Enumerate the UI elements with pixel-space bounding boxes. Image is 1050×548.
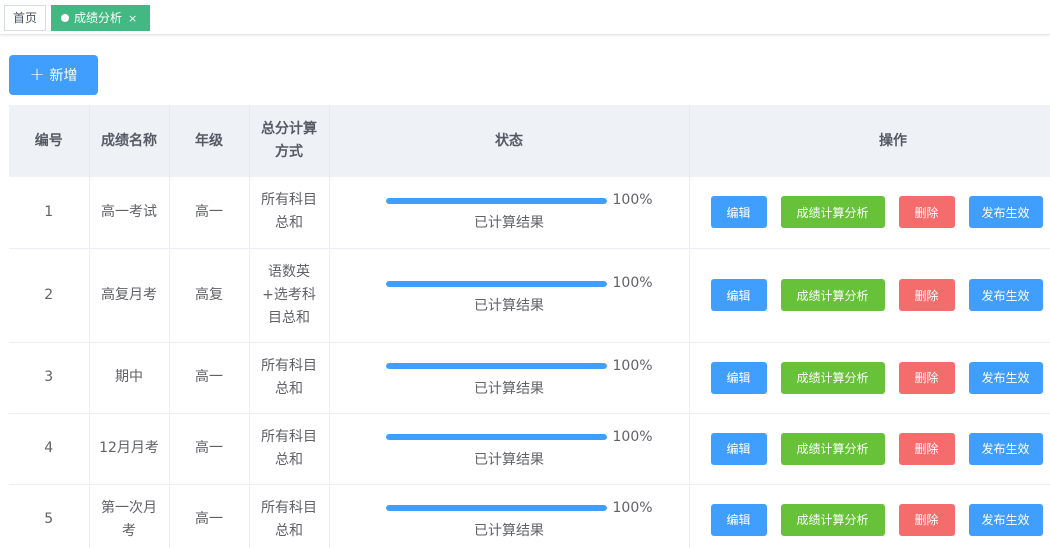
progress-fill <box>385 434 607 440</box>
table-row: 2 高复月考 高复 语数英+选考科目总和 100% 已计算结果 编辑 成绩计算分… <box>9 248 1050 343</box>
cell-method: 语数英+选考科目总和 <box>249 248 330 343</box>
cell-status: 100% 已计算结果 <box>329 413 690 485</box>
table-row: 4 12月月考 高一 所有科目总和 100% 已计算结果 编辑 成绩计算分析 删… <box>9 413 1050 485</box>
delete-button[interactable]: 删除 <box>898 361 955 394</box>
cell-id: 5 <box>9 484 90 548</box>
cell-name: 高复月考 <box>89 248 170 343</box>
progress-bar <box>385 434 607 440</box>
status-text: 已计算结果 <box>474 380 544 397</box>
table-header-row: 编号 成绩名称 年级 总分计算方式 状态 操作 <box>9 105 1050 177</box>
edit-button[interactable]: 编辑 <box>710 196 767 229</box>
header-name: 成绩名称 <box>89 105 170 177</box>
progress-text: 100% <box>612 499 653 516</box>
progress-bar <box>385 280 607 287</box>
cell-grade: 高一 <box>169 413 250 485</box>
cell-name: 期中 <box>89 342 170 414</box>
analysis-button[interactable]: 成绩计算分析 <box>780 361 885 394</box>
publish-button[interactable]: 发布生效 <box>968 503 1043 536</box>
publish-button[interactable]: 发布生效 <box>968 279 1043 311</box>
progress: 100% <box>356 189 683 212</box>
progress-fill <box>385 197 607 204</box>
cell-name: 12月月考 <box>89 413 170 485</box>
progress: 100% <box>356 272 683 295</box>
cell-status: 100% 已计算结果 <box>329 177 690 249</box>
status-text: 已计算结果 <box>474 215 544 232</box>
progress: 100% <box>356 355 683 378</box>
tab-home-label: 首页 <box>12 11 37 25</box>
analysis-button[interactable]: 成绩计算分析 <box>780 196 885 229</box>
cell-status: 100% 已计算结果 <box>329 342 690 414</box>
progress: 100% <box>356 426 683 449</box>
edit-button[interactable]: 编辑 <box>710 432 767 465</box>
progress-text: 100% <box>612 192 653 209</box>
publish-button[interactable]: 发布生效 <box>968 361 1043 394</box>
table-row: 1 高一考试 高一 所有科目总和 100% 已计算结果 编辑 成绩计算分析 删除 <box>9 177 1050 249</box>
header-status: 状态 <box>329 105 690 177</box>
edit-button[interactable]: 编辑 <box>710 361 767 394</box>
analysis-button[interactable]: 成绩计算分析 <box>780 279 885 311</box>
status-text: 已计算结果 <box>474 451 544 468</box>
cell-status: 100% 已计算结果 <box>329 484 690 548</box>
publish-button[interactable]: 发布生效 <box>968 196 1043 229</box>
cell-actions: 编辑 成绩计算分析 删除 发布生效 <box>689 342 1050 414</box>
tab-score-analysis[interactable]: 成绩分析 × <box>51 5 150 31</box>
publish-button[interactable]: 发布生效 <box>968 432 1043 465</box>
analysis-button[interactable]: 成绩计算分析 <box>780 432 885 465</box>
cell-method: 所有科目总和 <box>249 177 330 249</box>
tab-home[interactable]: 首页 <box>4 5 46 31</box>
progress-text: 100% <box>612 275 653 291</box>
header-actions: 操作 <box>689 105 1050 177</box>
status-text: 已计算结果 <box>474 298 544 314</box>
cell-grade: 高一 <box>169 484 250 548</box>
active-dot-icon <box>61 14 69 22</box>
delete-button[interactable]: 删除 <box>898 503 955 536</box>
tab-score-analysis-label: 成绩分析 <box>74 11 123 25</box>
header-grade: 年级 <box>169 105 250 177</box>
progress-fill <box>385 363 607 369</box>
cell-actions: 编辑 成绩计算分析 删除 发布生效 <box>689 177 1050 249</box>
cell-actions: 编辑 成绩计算分析 删除 发布生效 <box>689 413 1050 485</box>
close-icon[interactable]: × <box>128 7 137 31</box>
cell-id: 4 <box>9 413 90 485</box>
delete-button[interactable]: 删除 <box>898 279 955 311</box>
cell-method: 所有科目总和 <box>249 413 330 485</box>
progress-text: 100% <box>612 357 653 374</box>
cell-name: 高一考试 <box>89 177 170 249</box>
delete-button[interactable]: 删除 <box>898 196 955 229</box>
header-method: 总分计算方式 <box>249 105 330 177</box>
add-button[interactable]: + 新增 <box>9 55 98 95</box>
cell-method: 所有科目总和 <box>249 484 330 548</box>
cell-id: 2 <box>9 248 90 343</box>
score-table: 编号 成绩名称 年级 总分计算方式 状态 操作 1 高一考试 高一 所有科目总和… <box>9 105 1050 548</box>
analysis-button[interactable]: 成绩计算分析 <box>780 503 885 536</box>
cell-method: 所有科目总和 <box>249 342 330 414</box>
progress-bar <box>385 197 607 204</box>
score-table-container: 编号 成绩名称 年级 总分计算方式 状态 操作 1 高一考试 高一 所有科目总和… <box>9 105 1050 548</box>
tabs-bar: 首页 成绩分析 × <box>0 0 1050 35</box>
cell-id: 1 <box>9 177 90 249</box>
progress-bar <box>385 505 607 511</box>
cell-grade: 高复 <box>169 248 250 343</box>
edit-button[interactable]: 编辑 <box>710 279 767 311</box>
progress: 100% <box>356 497 683 520</box>
table-row: 5 第一次月考 高一 所有科目总和 100% 已计算结果 编辑 成绩计算分析 删… <box>9 484 1050 548</box>
add-button-label: 新增 <box>49 68 78 84</box>
status-text: 已计算结果 <box>474 522 544 539</box>
plus-icon: + <box>29 64 45 85</box>
edit-button[interactable]: 编辑 <box>710 503 767 536</box>
delete-button[interactable]: 删除 <box>898 432 955 465</box>
cell-name: 第一次月考 <box>89 484 170 548</box>
cell-grade: 高一 <box>169 177 250 249</box>
header-id: 编号 <box>9 105 90 177</box>
table-row: 3 期中 高一 所有科目总和 100% 已计算结果 编辑 成绩计算分析 删除 发… <box>9 342 1050 414</box>
cell-grade: 高一 <box>169 342 250 414</box>
cell-actions: 编辑 成绩计算分析 删除 发布生效 <box>689 484 1050 548</box>
progress-fill <box>385 280 607 287</box>
cell-actions: 编辑 成绩计算分析 删除 发布生效 <box>689 248 1050 343</box>
cell-id: 3 <box>9 342 90 414</box>
progress-fill <box>385 505 607 511</box>
progress-bar <box>385 363 607 369</box>
cell-status: 100% 已计算结果 <box>329 248 690 343</box>
progress-text: 100% <box>612 428 653 445</box>
